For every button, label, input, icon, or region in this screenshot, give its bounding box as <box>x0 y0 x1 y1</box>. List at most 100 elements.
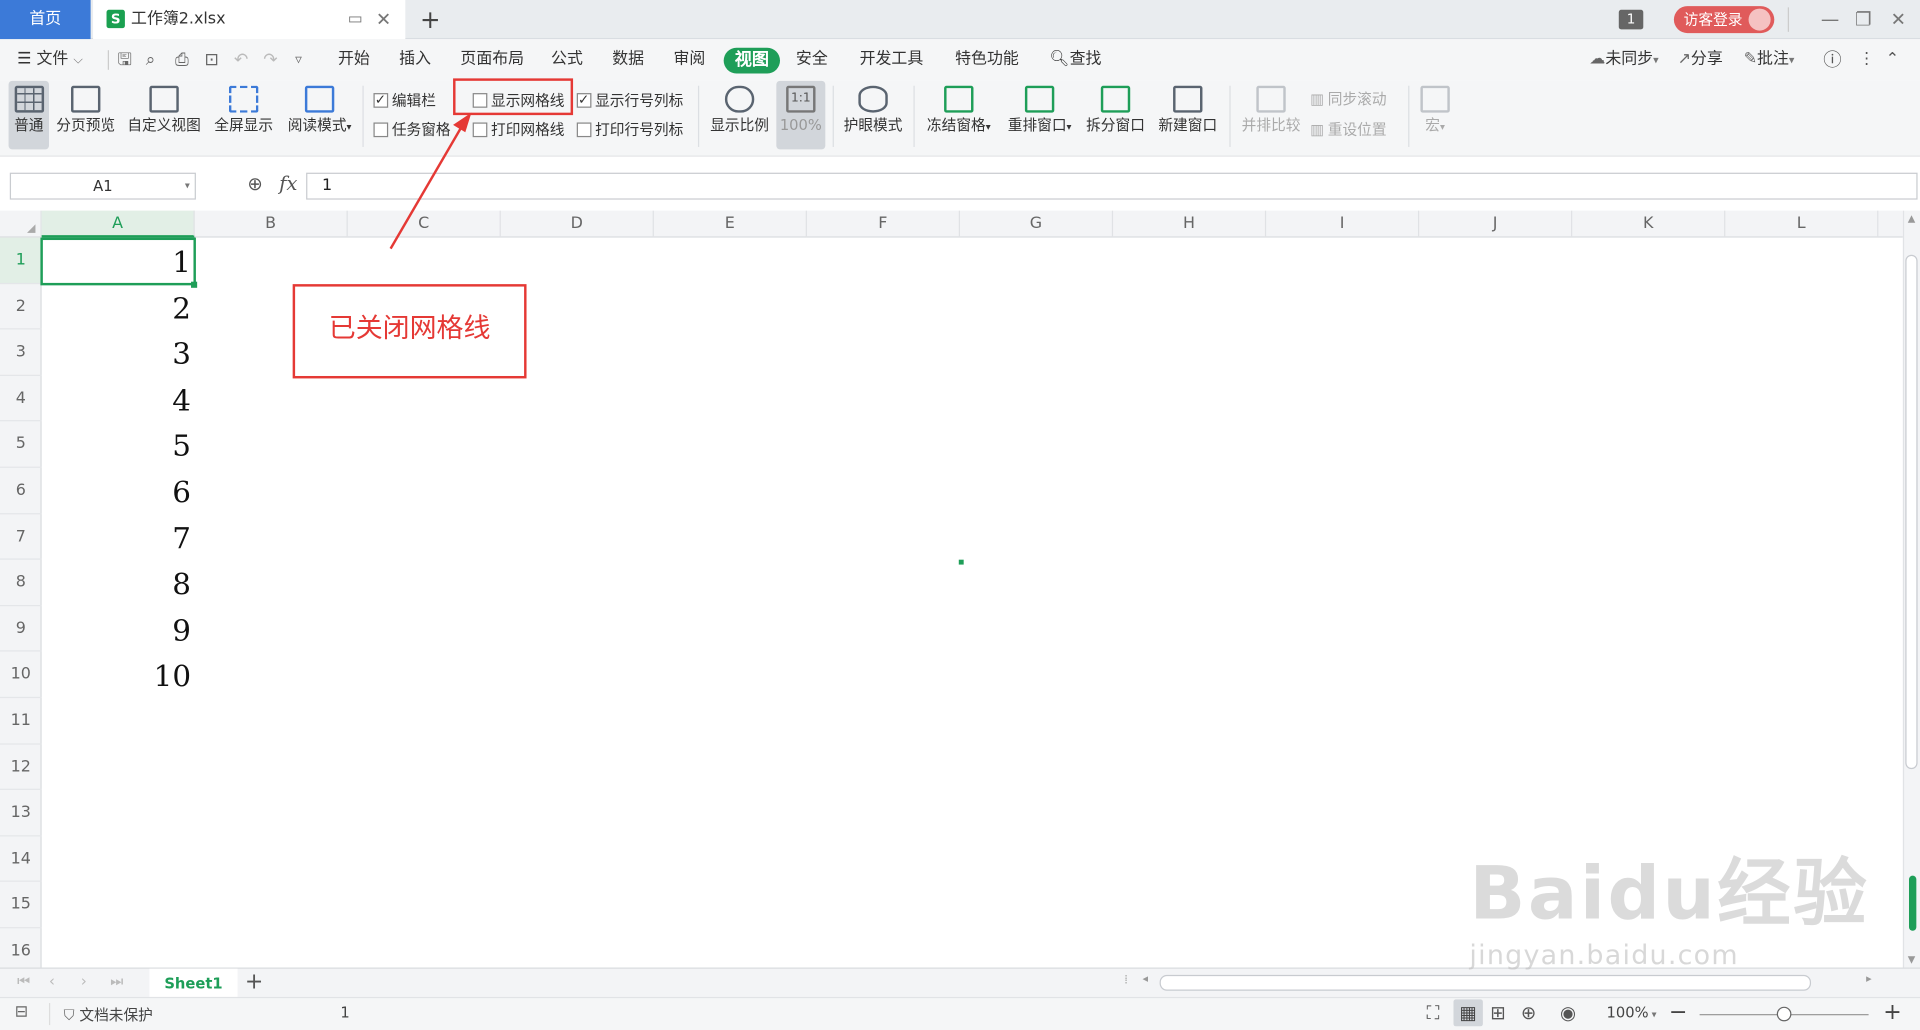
cell-a6[interactable]: 6 <box>42 468 191 514</box>
normal-view-icon[interactable]: ▦ <box>1453 999 1483 1027</box>
redo-icon[interactable]: ↷ <box>263 50 277 70</box>
full-screen-button[interactable]: 全屏显示 <box>211 81 277 150</box>
formula-input[interactable]: 1 <box>306 172 1918 200</box>
tab-start[interactable]: 开始 <box>338 39 370 81</box>
column-header-j[interactable]: J <box>1419 210 1573 238</box>
reading-layout-icon[interactable]: ⊕ <box>1521 1002 1536 1024</box>
row-header[interactable]: 8 <box>0 560 42 606</box>
tab-data[interactable]: 数据 <box>612 39 644 81</box>
minimize-icon[interactable]: — <box>1821 7 1839 31</box>
comment-button[interactable]: ✎批注▾ <box>1744 39 1795 82</box>
tab-page-layout[interactable]: 页面布局 <box>460 39 524 81</box>
cell-a3[interactable]: 3 <box>42 330 191 376</box>
column-header-a[interactable]: A <box>41 210 195 238</box>
column-header-e[interactable]: E <box>654 210 807 238</box>
scroll-left-icon[interactable]: ◂ <box>1142 974 1148 986</box>
tab-formulas[interactable]: 公式 <box>551 39 583 81</box>
tab-document[interactable]: S 工作簿2.xlsx ▭ ✕ <box>93 0 406 40</box>
zoom-formula-icon[interactable]: ⊕ <box>247 173 262 195</box>
tab-insert[interactable]: 插入 <box>399 39 431 81</box>
close-window-icon[interactable]: ✕ <box>1891 7 1906 31</box>
print-preview-icon[interactable]: ⊡ <box>204 50 218 70</box>
row-header[interactable]: 6 <box>0 468 42 514</box>
undo-icon[interactable]: ↶ <box>234 50 248 70</box>
new-window-button[interactable]: 新建窗口 <box>1153 81 1222 150</box>
column-header-i[interactable]: I <box>1266 210 1420 238</box>
scroll-up-icon[interactable]: ▲ <box>1908 213 1916 224</box>
row-header[interactable]: 11 <box>0 698 42 745</box>
normal-view-button[interactable]: 普通 <box>8 80 49 150</box>
scroll-down-icon[interactable]: ▼ <box>1908 954 1916 965</box>
row-header[interactable]: 14 <box>0 836 42 883</box>
share-button[interactable]: ↗分享 <box>1678 39 1723 81</box>
eye-mode-button[interactable]: 护眼模式 <box>840 81 906 150</box>
protection-status[interactable]: ⛉ 文档未保护 <box>64 1004 153 1025</box>
row-header[interactable]: 7 <box>0 514 42 560</box>
page-break-preview-button[interactable]: 分页预览 <box>54 81 118 150</box>
zoom-in-button[interactable]: + <box>1883 999 1901 1025</box>
collapse-ribbon-icon[interactable]: ⌃ <box>1886 39 1899 81</box>
horizontal-scroll-thumb[interactable] <box>1159 974 1812 991</box>
zoom-out-button[interactable]: − <box>1669 999 1687 1025</box>
column-header-d[interactable]: D <box>501 210 654 238</box>
print-icon[interactable]: ⎙ <box>175 50 189 70</box>
fullscreen-icon[interactable]: ⛶ <box>1427 1002 1440 1024</box>
add-sheet-button[interactable]: + <box>245 969 263 996</box>
name-box[interactable]: A1 ▾ <box>9 172 196 200</box>
macro-button[interactable]: 宏▾ <box>1416 81 1455 150</box>
row-header[interactable]: 4 <box>0 376 42 422</box>
column-header-b[interactable]: B <box>195 210 348 238</box>
cell-a9[interactable]: 9 <box>42 606 191 652</box>
more-icon[interactable]: ⋮ <box>1859 39 1875 81</box>
zoom-level[interactable]: 100% ▾ <box>1607 1004 1657 1021</box>
restore-icon[interactable]: ❐ <box>1855 7 1871 31</box>
custom-view-button[interactable]: 自定义视图 <box>125 81 203 150</box>
reset-position-button[interactable]: ▥ 重设位置 <box>1310 119 1386 141</box>
row-header[interactable]: 5 <box>0 422 42 468</box>
customize-icon[interactable]: ▿ <box>295 50 302 70</box>
rearrange-window-button[interactable]: 重排窗口▾ <box>1002 81 1078 150</box>
page-break-view-icon[interactable]: ⊞ <box>1490 1002 1505 1024</box>
zoom-slider-handle[interactable] <box>1776 1006 1792 1022</box>
split-window-button[interactable]: 拆分窗口 <box>1082 81 1148 150</box>
tab-security[interactable]: 安全 <box>796 39 828 81</box>
row-header[interactable]: 9 <box>0 606 42 653</box>
vertical-scroll-thumb[interactable] <box>1905 254 1918 770</box>
splitter-icon[interactable]: ⁞ <box>1124 974 1128 987</box>
tab-developer[interactable]: 开发工具 <box>860 39 924 81</box>
cell-a10[interactable]: 10 <box>42 652 191 698</box>
help-icon[interactable]: ⓘ <box>1823 39 1841 81</box>
row-header[interactable]: 15 <box>0 882 42 929</box>
column-header-g[interactable]: G <box>960 210 1114 238</box>
scroll-right-icon[interactable]: ▸ <box>1866 974 1872 986</box>
last-sheet-icon[interactable]: ⏭ <box>110 972 123 990</box>
side-by-side-button[interactable]: 并排比较 <box>1237 81 1306 150</box>
macro-record-icon[interactable]: ⊟ <box>15 1003 28 1021</box>
print-gridlines-checkbox[interactable]: 打印网格线 <box>472 119 565 141</box>
guest-login-button[interactable]: 访客登录 <box>1673 6 1775 34</box>
column-header-f[interactable]: F <box>807 210 961 238</box>
row-header[interactable]: 3 <box>0 330 42 376</box>
cell-a5[interactable]: 5 <box>42 422 191 468</box>
select-all-corner[interactable]: ◢ <box>0 210 42 238</box>
add-tab-button[interactable]: + <box>420 5 441 34</box>
format-painter-icon[interactable]: ⌕ <box>146 50 156 70</box>
prev-sheet-icon[interactable]: ‹ <box>49 972 55 989</box>
tab-review[interactable]: 审阅 <box>673 39 705 81</box>
monitor-icon[interactable]: ▭ <box>348 10 363 30</box>
column-header-l[interactable]: L <box>1725 210 1879 238</box>
tab-view[interactable]: 视图 <box>723 47 781 74</box>
zoom-100-button[interactable]: 1:1 100% <box>776 80 826 150</box>
close-tab-icon[interactable]: ✕ <box>376 10 391 30</box>
column-header-h[interactable]: H <box>1113 210 1267 238</box>
row-header[interactable]: 12 <box>0 744 42 791</box>
first-sheet-icon[interactable]: ⏮ <box>17 972 30 990</box>
row-header[interactable]: 13 <box>0 790 42 837</box>
window-count-badge[interactable]: 1 <box>1618 9 1644 30</box>
cell-a8[interactable]: 8 <box>42 560 191 606</box>
fx-icon[interactable]: fx <box>279 171 297 194</box>
save-icon[interactable]: 🖫 <box>118 50 133 70</box>
row-header[interactable]: 10 <box>0 652 42 699</box>
sync-scroll-button[interactable]: ▥ 同步滚动 <box>1310 88 1386 110</box>
tab-home[interactable]: 首页 <box>0 0 91 40</box>
